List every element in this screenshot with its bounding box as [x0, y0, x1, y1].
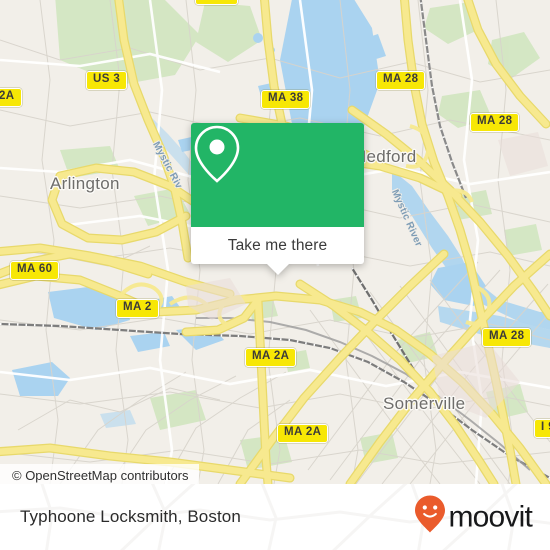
shield-ma-2a-mid[interactable]: MA 2A	[245, 348, 297, 367]
shield-us-3[interactable]: US 3	[86, 71, 128, 90]
shield-ma-28-northeast[interactable]: MA 28	[470, 113, 520, 132]
moovit-logo[interactable]: moovit	[415, 495, 533, 539]
shield-i-93-edge[interactable]: I 9	[534, 419, 550, 438]
location-popup[interactable]: Take me there	[191, 123, 364, 275]
take-me-there-button[interactable]: Take me there	[191, 227, 364, 264]
shield-top-edge-partial[interactable]: MA 3	[195, 0, 238, 5]
map-canvas[interactable]: Arlington Medford Somerville Mystic Riv …	[0, 0, 550, 484]
footer-bar: Typhoone Locksmith, Boston moovit	[0, 484, 550, 550]
shield-ma-28-north[interactable]: MA 28	[376, 71, 426, 90]
moovit-wordmark: moovit	[448, 500, 532, 533]
shield-ma-60[interactable]: MA 60	[10, 261, 60, 280]
shield-ma-38[interactable]: MA 38	[261, 90, 311, 109]
shield-ma-2a-edge[interactable]: 2A	[0, 88, 22, 107]
shield-ma-2a-south[interactable]: MA 2A	[277, 424, 329, 443]
map-screenshot: Arlington Medford Somerville Mystic Riv …	[0, 0, 550, 550]
place-title: Typhoone Locksmith, Boston	[20, 507, 241, 526]
shield-ma-2[interactable]: MA 2	[116, 299, 159, 318]
popup-marker-panel	[191, 123, 364, 227]
shield-ma-28-east[interactable]: MA 28	[482, 328, 532, 347]
popup-pointer-tail	[266, 264, 289, 275]
take-me-there-label: Take me there	[227, 236, 328, 254]
osm-attribution[interactable]: © OpenStreetMap contributors	[0, 464, 199, 484]
moovit-smiley-pin-icon	[415, 495, 446, 539]
